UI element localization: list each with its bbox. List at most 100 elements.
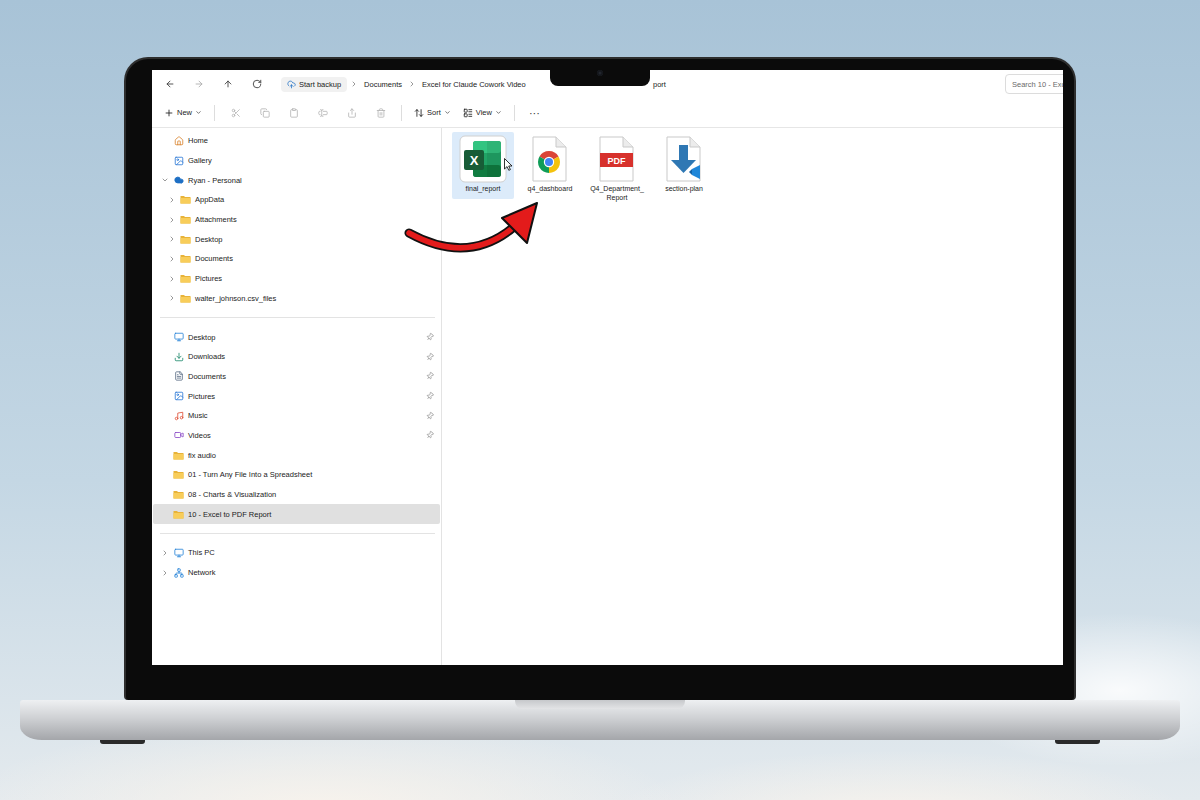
sidebar-item[interactable]: Music bbox=[153, 406, 440, 426]
expander[interactable] bbox=[161, 176, 169, 184]
back-button[interactable] bbox=[157, 74, 183, 94]
home-icon bbox=[174, 136, 184, 146]
item-icon-slot bbox=[173, 135, 184, 146]
pin bbox=[424, 371, 435, 382]
item-icon-slot bbox=[180, 194, 191, 205]
sort-button[interactable]: Sort bbox=[408, 105, 457, 121]
breadcrumb[interactable]: Excel for Claude Cowork Video bbox=[419, 77, 529, 92]
base-notch bbox=[515, 700, 685, 709]
sidebar-item[interactable]: Ryan - Personal bbox=[153, 170, 440, 190]
file-item[interactable]: section-plan bbox=[653, 132, 715, 199]
file-item[interactable]: q4_dashboard bbox=[519, 132, 581, 199]
copy-button[interactable] bbox=[250, 103, 279, 123]
cloud-icon bbox=[174, 175, 184, 185]
sidebar-item[interactable]: 01 - Turn Any File Into a Spreadsheet bbox=[153, 465, 440, 485]
documents-icon bbox=[174, 371, 184, 381]
sidebar-item[interactable]: Videos bbox=[153, 426, 440, 446]
chevron-right-icon[interactable] bbox=[168, 216, 176, 224]
item-icon-slot bbox=[180, 293, 191, 304]
new-button[interactable]: New bbox=[158, 105, 208, 121]
download-file-icon bbox=[660, 135, 708, 183]
sidebar-divider bbox=[160, 317, 435, 318]
sidebar-item[interactable]: Gallery bbox=[153, 151, 440, 171]
folder-icon bbox=[180, 195, 191, 204]
up-button[interactable] bbox=[215, 74, 241, 94]
folder-icon bbox=[173, 470, 184, 479]
sidebar-item[interactable]: AppData bbox=[153, 190, 440, 210]
toolbar-divider bbox=[401, 105, 402, 121]
sidebar-item[interactable]: Pictures bbox=[153, 386, 440, 406]
sidebar-label: Desktop bbox=[195, 235, 434, 244]
sidebar-item[interactable]: Downloads bbox=[153, 347, 440, 367]
sidebar-item[interactable]: Home bbox=[153, 131, 440, 151]
search-box[interactable]: Search 10 - Exce bbox=[1005, 74, 1063, 94]
expander[interactable] bbox=[168, 196, 176, 204]
pin-icon bbox=[424, 390, 435, 401]
file-explorer-window: Start backup Documents Excel for Claude Co… bbox=[152, 70, 1063, 665]
sidebar-item[interactable]: Desktop bbox=[153, 229, 440, 249]
view-button[interactable]: View bbox=[457, 105, 508, 121]
sidebar-item[interactable]: Attachments bbox=[153, 210, 440, 230]
chevron-right-icon[interactable] bbox=[168, 294, 176, 302]
expander[interactable] bbox=[161, 549, 169, 557]
cut-button[interactable] bbox=[221, 103, 250, 123]
sidebar-item[interactable]: walter_johnson.csv_files bbox=[153, 289, 440, 309]
explorer-body: HomeGalleryRyan - PersonalAppDataAttachm… bbox=[152, 128, 1063, 665]
folder-icon bbox=[180, 215, 191, 224]
sidebar-item[interactable]: fix audio bbox=[153, 445, 440, 465]
chevron-right-icon bbox=[408, 80, 416, 88]
camera-notch bbox=[550, 59, 650, 86]
sidebar-item[interactable]: Documents bbox=[153, 249, 440, 269]
chevron-right-icon[interactable] bbox=[161, 569, 169, 577]
sidebar-label: Videos bbox=[188, 431, 422, 440]
share-icon bbox=[347, 108, 357, 118]
sidebar-label: 08 - Charts & Visualization bbox=[188, 490, 434, 499]
breadcrumb[interactable]: port bbox=[650, 77, 669, 92]
forward-button[interactable] bbox=[186, 74, 212, 94]
expander[interactable] bbox=[168, 294, 176, 302]
folder-icon bbox=[180, 274, 191, 283]
chevron-right-icon[interactable] bbox=[168, 255, 176, 263]
breadcrumb[interactable]: Documents bbox=[361, 77, 405, 92]
sidebar-item[interactable]: Network bbox=[153, 563, 440, 583]
expander[interactable] bbox=[161, 569, 169, 577]
svg-text:X: X bbox=[470, 153, 479, 168]
refresh-button[interactable] bbox=[244, 74, 270, 94]
chevron-down-icon[interactable] bbox=[161, 176, 169, 184]
red-arrow-icon bbox=[0, 0, 1200, 800]
item-icon-slot bbox=[173, 371, 184, 382]
toolbar-divider bbox=[514, 105, 515, 121]
delete-button[interactable] bbox=[366, 103, 395, 123]
chevron-right-icon[interactable] bbox=[168, 196, 176, 204]
start-backup-button[interactable]: Start backup bbox=[281, 77, 347, 92]
sidebar-label: fix audio bbox=[188, 451, 434, 460]
file-item[interactable]: PDF Q4_Department_Report bbox=[586, 132, 648, 208]
network-icon bbox=[174, 568, 184, 578]
more-button[interactable]: ··· bbox=[521, 105, 548, 121]
expander[interactable] bbox=[168, 235, 176, 243]
chevron-right-icon[interactable] bbox=[168, 235, 176, 243]
pdf-file-icon: PDF bbox=[593, 135, 641, 183]
paste-button[interactable] bbox=[279, 103, 308, 123]
pictures-icon bbox=[174, 391, 184, 401]
expander[interactable] bbox=[168, 255, 176, 263]
expander[interactable] bbox=[168, 275, 176, 283]
sidebar-item[interactable]: Documents bbox=[153, 367, 440, 387]
sidebar-group: This PCNetwork bbox=[152, 543, 441, 582]
chevron-right-icon[interactable] bbox=[168, 275, 176, 283]
sidebar-item[interactable]: Pictures bbox=[153, 269, 440, 289]
sidebar-item[interactable]: 08 - Charts & Visualization bbox=[153, 485, 440, 505]
expander[interactable] bbox=[168, 216, 176, 224]
sidebar-item[interactable]: Desktop bbox=[153, 327, 440, 347]
chevron-right-icon[interactable] bbox=[161, 549, 169, 557]
breadcrumb-separator bbox=[350, 80, 358, 88]
sidebar-item[interactable]: 10 - Excel to PDF Report bbox=[153, 504, 440, 524]
file-name: Q4_Department_Report bbox=[588, 185, 646, 203]
laptop-base bbox=[20, 700, 1180, 740]
share-button[interactable] bbox=[337, 103, 366, 123]
sidebar-item[interactable]: This PC bbox=[153, 543, 440, 563]
item-icon-slot bbox=[173, 175, 184, 186]
chevron-right-icon bbox=[350, 80, 358, 88]
address-left: Start backup Documents Excel for Claude Co… bbox=[152, 74, 544, 94]
rename-button[interactable] bbox=[308, 103, 337, 123]
